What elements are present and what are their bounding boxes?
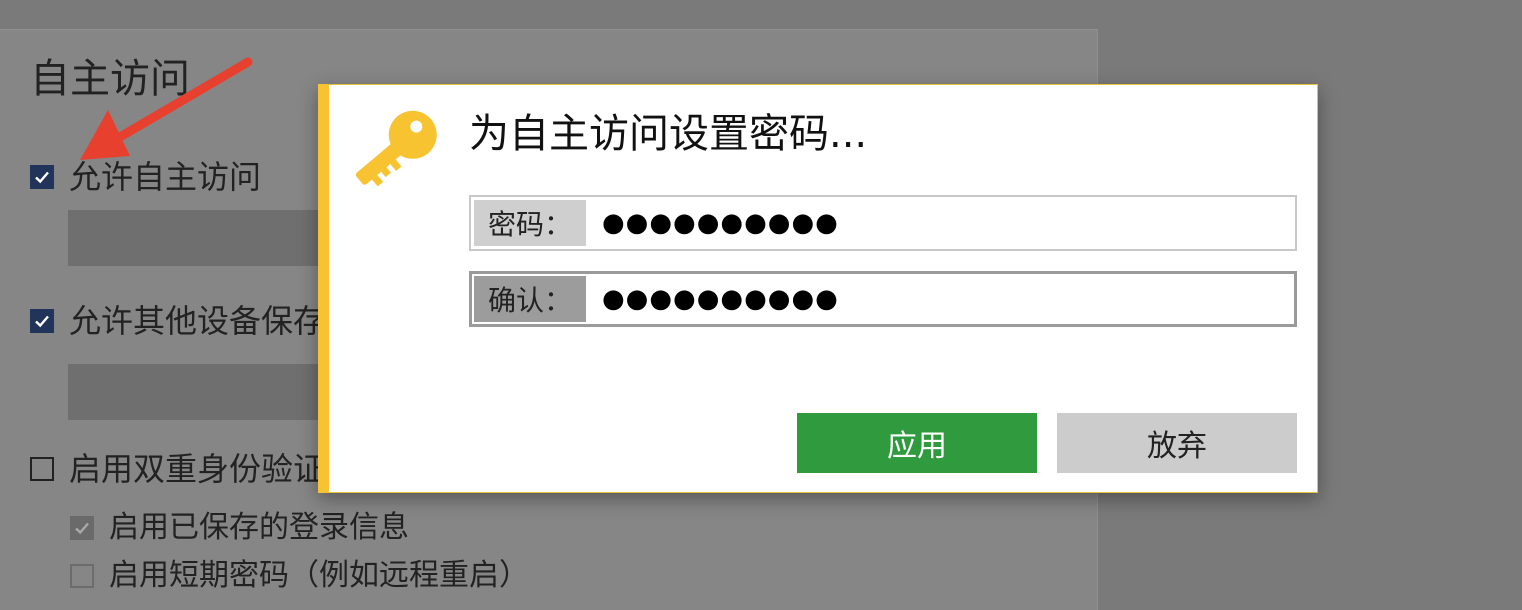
key-icon <box>355 110 437 187</box>
enable-two-factor-label: 启用双重身份验证 <box>69 450 326 488</box>
enable-saved-login-checkbox[interactable] <box>70 516 94 540</box>
checkmark-icon <box>75 522 89 535</box>
password-input[interactable]: ●●●●●●●●●● <box>586 200 1292 246</box>
dialog-title: 为自主访问设置密码... <box>469 111 868 157</box>
password-field[interactable]: 密码： ●●●●●●●●●● <box>469 195 1297 251</box>
checkmark-icon <box>35 315 49 328</box>
apply-button[interactable]: 应用 <box>797 413 1037 473</box>
confirm-field[interactable]: 确认： ●●●●●●●●●● <box>469 271 1297 327</box>
allow-other-devices-checkbox[interactable] <box>30 309 54 333</box>
allow-autonomous-access-checkbox[interactable] <box>30 165 54 189</box>
allow-other-devices-row[interactable]: 允许其他设备保存 <box>30 303 325 339</box>
annotation-arrow-icon <box>80 57 253 160</box>
enable-short-password-label: 启用短期密码（例如远程重启） <box>109 558 529 593</box>
set-password-dialog: 为自主访问设置密码... 密码： ●●●●●●●●●● 确认： ●●●●●●●●… <box>318 84 1318 493</box>
enable-two-factor-row[interactable]: 启用双重身份验证 <box>30 451 325 487</box>
confirm-label: 确认： <box>474 276 586 322</box>
enable-short-password-row[interactable]: 启用短期密码（例如远程重启） <box>70 558 529 594</box>
enable-saved-login-row[interactable]: 启用已保存的登录信息 <box>70 510 409 546</box>
confirm-input[interactable]: ●●●●●●●●●● <box>586 276 1292 322</box>
discard-button[interactable]: 放弃 <box>1057 413 1297 473</box>
enable-short-password-checkbox[interactable] <box>70 564 94 588</box>
checkmark-icon <box>35 171 49 184</box>
enable-two-factor-checkbox[interactable] <box>30 457 54 481</box>
allow-other-devices-label: 允许其他设备保存 <box>69 302 326 340</box>
password-label: 密码： <box>474 200 586 246</box>
enable-saved-login-label: 启用已保存的登录信息 <box>109 510 409 545</box>
